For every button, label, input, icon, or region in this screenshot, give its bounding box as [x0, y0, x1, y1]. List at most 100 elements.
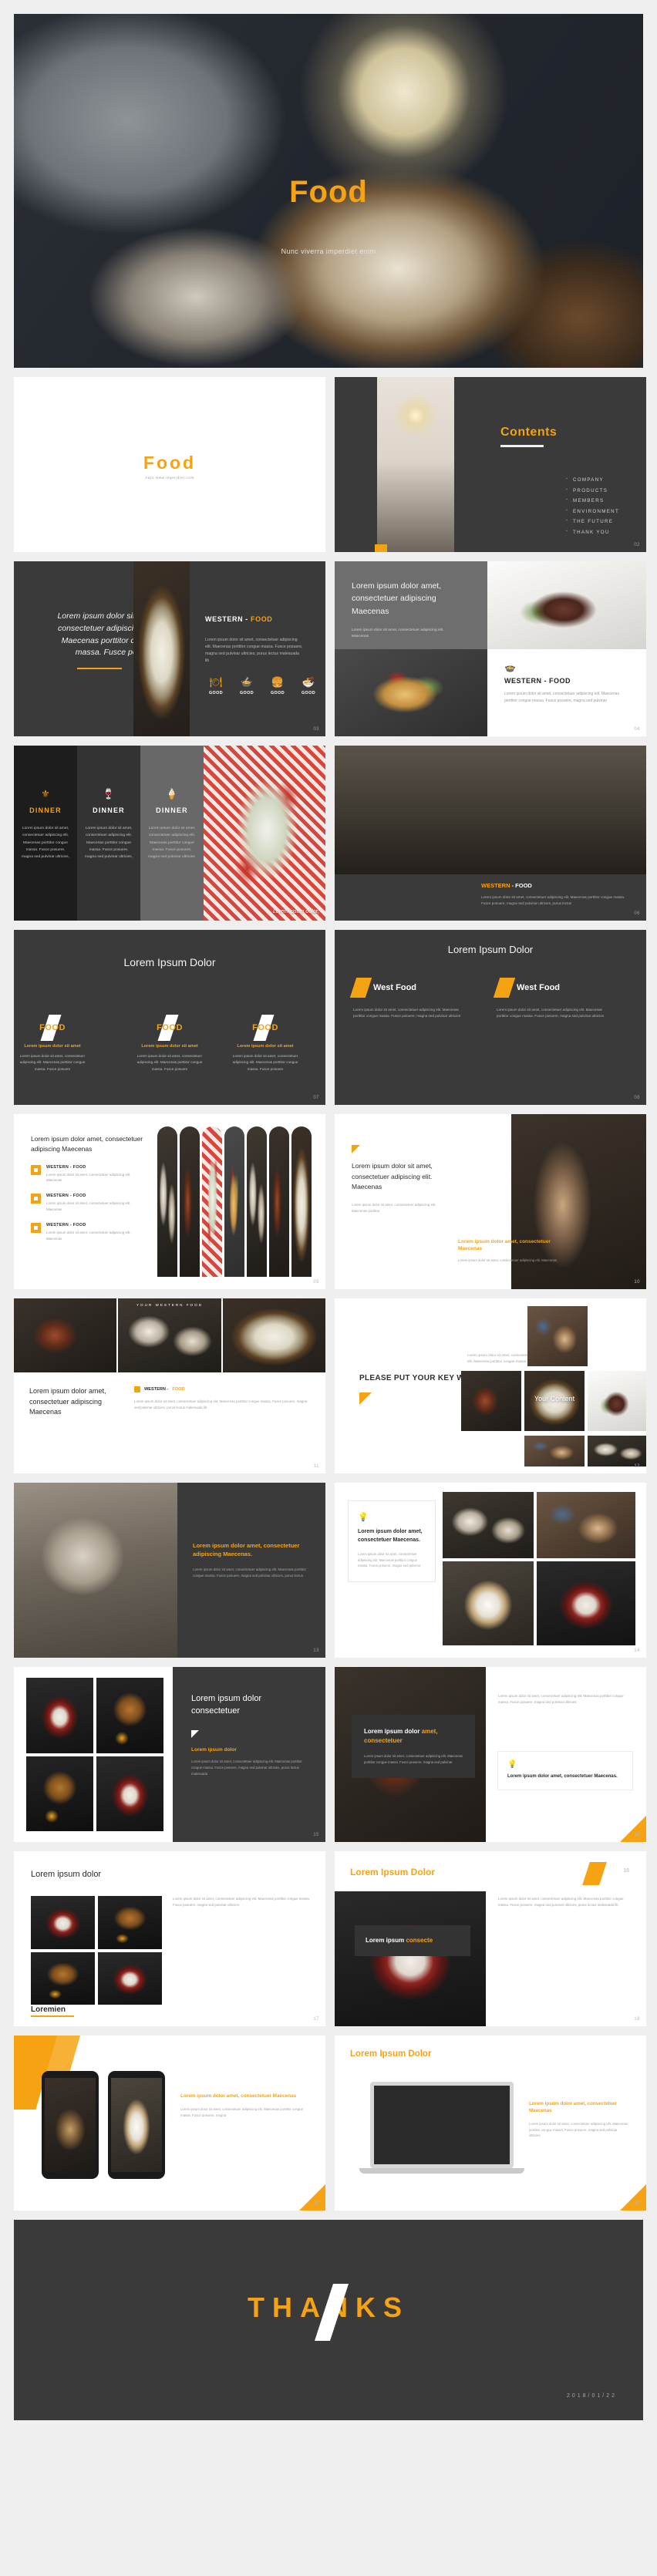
- list-item-body: Lorem ipsum dolor sit amet, consectetuer…: [46, 1231, 131, 1241]
- noodle-bowl-icon: 🍜: [302, 676, 315, 688]
- chef-text: Lorem ipsum dolor sit amet, consectetuer…: [352, 1145, 444, 1214]
- slide-terrace[interactable]: Lorem ipsum dolor amet, consectetuer adi…: [14, 1483, 325, 1658]
- orange-head-card: Lorem ipsum consecte: [355, 1925, 470, 1956]
- slide-card-photos[interactable]: 💡 Lorem ipsum dolor amet, consectetuer M…: [335, 1483, 646, 1658]
- info-card-body: Lorem ipsum dolor sit amet, consectetuer…: [358, 1552, 421, 1568]
- card-photo-2: [537, 1492, 635, 1558]
- list-item[interactable]: WESTERN - FOOD Lorem ipsum dolor sit amet…: [31, 1194, 147, 1212]
- slide-gallery-panel[interactable]: Lorem ipsum dolor consectetuer Lorem ips…: [14, 1667, 325, 1842]
- icon-caption: GOOD: [208, 691, 224, 695]
- west-food-label: West Food: [373, 983, 417, 992]
- icon-cell-burger[interactable]: 🍔 GOOD: [267, 677, 288, 695]
- slide-thanks[interactable]: THANKS 2018/01/22: [14, 2220, 643, 2420]
- keywords-mosaic: Your Content: [461, 1298, 646, 1473]
- contents-item-members[interactable]: MEMBERS: [566, 497, 619, 503]
- terrace-photo: [14, 1483, 177, 1658]
- dinner-column-3[interactable]: 🍦 DINNER Lorem ipsum dolor sit amet, con…: [140, 746, 204, 921]
- your-western-photo-row: [14, 1298, 325, 1372]
- slide-image-card[interactable]: Lorem ipsum dolor amet, consectetuer Lor…: [335, 1667, 646, 1842]
- page-number: 13: [313, 1648, 319, 1653]
- slide-west-food[interactable]: Lorem Ipsum Dolor West Food Lorem ipsum …: [335, 930, 646, 1105]
- dinner-column-2[interactable]: 🍷 DINNER Lorem ipsum dolor sit amet, con…: [77, 746, 140, 921]
- icon-cell-cutlery[interactable]: 🍽 GOOD: [205, 677, 227, 695]
- contents-item-company[interactable]: COMPANY: [566, 476, 619, 483]
- slide-phones[interactable]: Lorem ipsum dolor amet, consectetuer Mae…: [14, 2036, 325, 2211]
- triangle-accent-icon: [359, 1392, 372, 1405]
- slide-restaurant[interactable]: WESTERN - FOOD Lorem ipsum dolor sit ame…: [335, 746, 646, 921]
- hero-subtitle: Nunc viverra imperdiet enim: [281, 247, 376, 255]
- phone-mockup-2: [108, 2071, 165, 2179]
- slide-hero[interactable]: Food Nunc viverra imperdiet enim: [14, 14, 643, 368]
- dolor-body: Lorem ipsum dolor sit amet, consectetuer…: [173, 1897, 310, 1908]
- slide-three-cards[interactable]: Lorem Ipsum Dolor FOOD Lorem ipsum dolor…: [14, 930, 325, 1105]
- chef-headline: Lorem ipsum dolor sit amet, consectetuer…: [352, 1162, 433, 1191]
- contents-item-environment[interactable]: ENVIRONMENT: [566, 508, 619, 514]
- slide-contents[interactable]: Contents COMPANY PRODUCTS MEMBERS ENVIRO…: [335, 377, 646, 552]
- western-content: WESTERN - FOOD Lorem ipsum dolor sit ame…: [205, 561, 325, 736]
- slide-row-7: YOUR WESTERN FOOD Lorem ipsum dolor amet…: [14, 1298, 646, 1473]
- slide-dolor-gallery[interactable]: Lorem ipsum dolor Lorem ipsum dolor sit …: [14, 1851, 325, 2026]
- west-food-title: Lorem Ipsum Dolor: [447, 944, 534, 955]
- slide-dinner[interactable]: ⚜ DINNER Lorem ipsum dolor sit amet, con…: [14, 746, 325, 921]
- page-number: 08: [634, 1096, 640, 1100]
- west-food-body: Lorem ipsum dolor sit amet, consectetuer…: [353, 1008, 461, 1019]
- slide-western-split[interactable]: Lorem ipsum dolor sit amet, consectetuer…: [14, 561, 325, 736]
- page-number: 16: [634, 1833, 640, 1837]
- slide-keywords[interactable]: PLEASE PUT YOUR KEY WORDS HERE Lorem ips…: [335, 1298, 646, 1473]
- slide-logo[interactable]: Food Auto www.imperdiet.com: [14, 377, 325, 552]
- slide-chef[interactable]: Lorem ipsum dolor sit amet, consectetuer…: [335, 1114, 646, 1289]
- dinner-column-1[interactable]: ⚜ DINNER Lorem ipsum dolor sit amet, con…: [14, 746, 77, 921]
- parallelogram-accent: [582, 1862, 607, 1885]
- lightbulb-icon: 💡: [358, 1513, 369, 1522]
- food-card-2[interactable]: FOOD Lorem ipsum dolor sit amet Lorem ip…: [227, 1015, 304, 1072]
- list-item[interactable]: WESTERN - FOOD Lorem ipsum dolor sit amet…: [31, 1223, 147, 1241]
- dolor-gallery-grid: [31, 1896, 162, 2005]
- slide-number-badge: 18: [623, 1868, 629, 1874]
- hero-title: Food: [289, 175, 368, 210]
- slide-laptop[interactable]: Lorem Ipsum Dolor Lorem ipsum dolor amet…: [335, 2036, 646, 2211]
- dolor-heading: Lorem ipsum dolor: [31, 1870, 102, 1879]
- quadrant-card-body: Lorem ipsum dolor sit amet, consectetuer…: [504, 692, 619, 703]
- quadrant-photo-burger: [335, 649, 487, 736]
- your-western-body-row: Lorem ipsum dolor amet, consectetuer adi…: [14, 1372, 325, 1473]
- terrace-text: Lorem ipsum dolor amet, consectetuer adi…: [193, 1541, 308, 1579]
- slide-orange-head[interactable]: Lorem Ipsum Dolor 18 Lorem ipsum consect…: [335, 1851, 646, 2026]
- food-card-1[interactable]: FOOD Lorem ipsum dolor sit amet Lorem ip…: [131, 1015, 208, 1072]
- chef-caption-body: Lorem ipsum dolor sit amet, consectetuer…: [458, 1258, 558, 1262]
- restaurant-caption-bar: WESTERN - FOOD Lorem ipsum dolor sit ame…: [335, 874, 646, 921]
- gallery-body: Lorem ipsum dolor sit amet, consectetuer…: [191, 1759, 302, 1776]
- quadrant-sub: Lorem ipsum dolor sit amet, consectetuer…: [352, 628, 444, 638]
- western-quote-rule: [77, 668, 122, 669]
- icon-cell-noodle-bowl[interactable]: 🍜 GOOD: [298, 677, 319, 695]
- list-item[interactable]: WESTERN - FOOD Lorem ipsum dolor sit amet…: [31, 1164, 147, 1184]
- food-card-3[interactable]: FOOD Lorem ipsum dolor sit amet Lorem ip…: [14, 1015, 91, 1072]
- western-photo: [133, 561, 190, 736]
- list-strip-headline: Lorem ipsum dolor amet, consectetuer adi…: [31, 1135, 143, 1153]
- dinner-caption: Lorem ipsum dolor: [273, 909, 318, 914]
- laptop-mockup: [359, 2082, 524, 2174]
- contents-item-thank-you[interactable]: THANK YOU: [566, 529, 619, 535]
- food-mark-icon: FOOD: [153, 1015, 187, 1041]
- laptop-text: Lorem ipsum dolor amet, consectetuer Mae…: [529, 2100, 629, 2139]
- west-food-label: West Food: [517, 983, 561, 992]
- contents-accent-tab: [375, 544, 387, 552]
- slide-list-strip[interactable]: Lorem ipsum dolor amet, consectetuer adi…: [14, 1114, 325, 1289]
- slide-row-10: Lorem ipsum dolor Lorem ipsum dolor sit …: [14, 1851, 646, 2026]
- west-food-item-1[interactable]: West Food Lorem ipsum dolor sit amet, co…: [349, 978, 484, 1020]
- chef-caption-heading: Lorem ipsum dolor amet, consectetuer Mae…: [458, 1238, 551, 1252]
- contents-photo: [377, 377, 454, 552]
- dinner-title: DINNER: [93, 806, 125, 814]
- icon-cell-hot-bowl[interactable]: 🍲 GOOD: [236, 677, 258, 695]
- slide-row-hero: Food Nunc viverra imperdiet enim: [14, 14, 643, 368]
- info-card-heading: Lorem ipsum dolor amet, consectetuer Mae…: [358, 1529, 423, 1543]
- logo-block: Food Auto www.imperdiet.com: [14, 453, 325, 480]
- slide-your-western[interactable]: YOUR WESTERN FOOD Lorem ipsum dolor amet…: [14, 1298, 325, 1473]
- restaurant-photo: [335, 746, 646, 874]
- page-number: 19: [313, 2201, 319, 2206]
- dinner-photo: [204, 746, 325, 921]
- contents-item-products[interactable]: PRODUCTS: [566, 487, 619, 493]
- slide-quadrant[interactable]: Lorem ipsum dolor amet, consectetuer adi…: [335, 561, 646, 736]
- contents-item-the-future[interactable]: THE FUTURE: [566, 518, 619, 524]
- parallelogram-accent: [349, 978, 372, 998]
- west-food-item-2[interactable]: West Food Lorem ipsum dolor sit amet, co…: [493, 978, 628, 1020]
